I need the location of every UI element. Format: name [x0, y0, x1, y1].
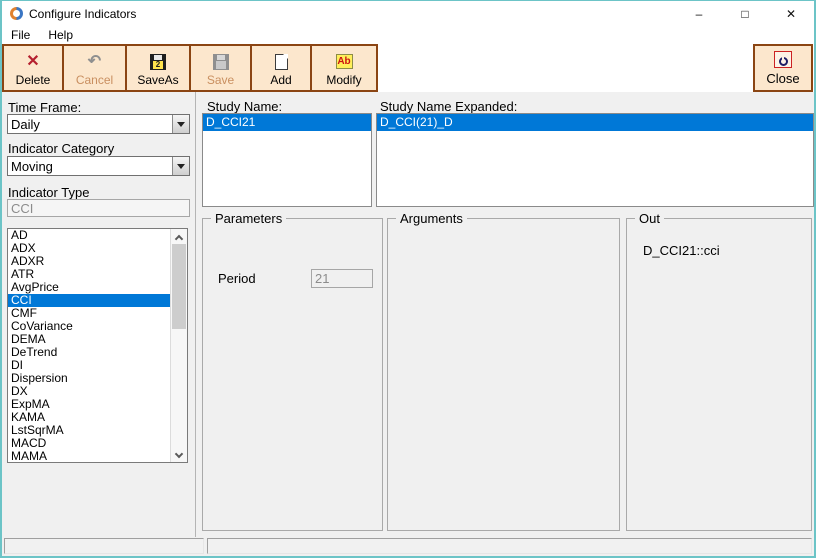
study-name-expanded-row[interactable]: D_CCI(21)_D	[377, 114, 813, 131]
indicator-type-label: Indicator Type	[8, 185, 89, 200]
parameters-groupbox: Parameters Period	[202, 218, 383, 531]
out-title: Out	[635, 211, 664, 226]
save-button[interactable]: Save	[191, 46, 252, 90]
indicator-category-value: Moving	[8, 159, 172, 174]
window-title: Configure Indicators	[29, 7, 136, 21]
toolbar: ✕ Delete ↶ Cancel 2 SaveAs	[2, 44, 814, 92]
modify-ab-icon: Ab	[336, 54, 353, 69]
close-button-label: Close	[766, 71, 799, 86]
saveas-button-label: SaveAs	[137, 74, 178, 86]
right-area: Study Name: Study Name Expanded: D_CCI21…	[197, 92, 814, 537]
delete-icon: ✕	[26, 54, 39, 70]
study-name-expanded-label: Study Name Expanded:	[380, 99, 517, 114]
indicator-category-combobox[interactable]: Moving	[7, 156, 190, 176]
add-button-label: Add	[270, 74, 291, 86]
indicator-category-label: Indicator Category	[8, 141, 114, 156]
status-panel-left	[4, 538, 204, 554]
arguments-title: Arguments	[396, 211, 467, 226]
delete-button-label: Delete	[16, 74, 51, 86]
titlebar: Configure Indicators – □ ✕	[2, 1, 814, 26]
saveas-disk-icon: 2	[150, 54, 166, 70]
study-name-row[interactable]: D_CCI21	[203, 114, 371, 131]
client-area: Time Frame: Daily Indicator Category Mov…	[2, 92, 814, 537]
statusbar	[2, 537, 814, 556]
period-field[interactable]	[311, 269, 373, 288]
window-controls: – □ ✕	[676, 1, 814, 26]
time-frame-value: Daily	[8, 117, 172, 132]
minimize-button[interactable]: –	[676, 1, 722, 26]
modify-button[interactable]: Ab Modify	[312, 46, 376, 90]
arguments-groupbox: Arguments	[387, 218, 620, 531]
chevron-up-icon	[175, 234, 183, 242]
scroll-up-button[interactable]	[171, 229, 187, 244]
new-page-icon	[275, 54, 288, 70]
left-panel: Time Frame: Daily Indicator Category Mov…	[2, 92, 196, 537]
indicator-list-items: ADADXADXRATRAvgPriceCCICMFCoVarianceDEMA…	[8, 229, 170, 462]
study-name-list: D_CCI21	[202, 113, 372, 207]
configure-indicators-window: Configure Indicators – □ ✕ File Help ✕ D…	[0, 0, 816, 558]
parameters-title: Parameters	[211, 211, 286, 226]
cancel-button-label: Cancel	[76, 74, 113, 86]
close-button[interactable]: Close	[753, 44, 813, 92]
study-name-expanded-list: D_CCI(21)_D	[376, 113, 814, 207]
save-button-label: Save	[207, 74, 234, 86]
close-window-button[interactable]: ✕	[768, 1, 814, 26]
indicator-category-dropdown-button[interactable]	[172, 157, 189, 175]
time-frame-combobox[interactable]: Daily	[7, 114, 190, 134]
cancel-button[interactable]: ↶ Cancel	[64, 46, 127, 90]
study-name-label: Study Name:	[207, 99, 282, 114]
indicator-list-item[interactable]: Dispersion	[8, 372, 170, 385]
save-disk-icon	[213, 54, 229, 70]
scroll-down-button[interactable]	[171, 447, 187, 462]
scrollbar-thumb[interactable]	[172, 244, 186, 329]
delete-button[interactable]: ✕ Delete	[4, 46, 64, 90]
time-frame-label: Time Frame:	[8, 100, 81, 115]
saveas-button[interactable]: 2 SaveAs	[127, 46, 191, 90]
status-panel-right	[207, 538, 812, 554]
indicator-list-scrollbar[interactable]	[170, 229, 187, 462]
indicator-list-item[interactable]: DeTrend	[8, 346, 170, 359]
chevron-down-icon	[177, 164, 185, 169]
indicator-type-field[interactable]	[7, 199, 190, 217]
menu-file[interactable]: File	[11, 28, 30, 42]
indicator-list-item[interactable]: MAMA	[8, 450, 170, 462]
period-label: Period	[218, 271, 256, 286]
undo-icon: ↶	[88, 54, 101, 70]
out-groupbox: Out D_CCI21::cci	[626, 218, 812, 531]
menubar: File Help	[2, 26, 814, 44]
chevron-down-icon	[175, 449, 183, 457]
modify-button-label: Modify	[326, 74, 361, 86]
scrollbar-track[interactable]	[171, 244, 187, 447]
time-frame-dropdown-button[interactable]	[172, 115, 189, 133]
indicator-listbox: ADADXADXRATRAvgPriceCCICMFCoVarianceDEMA…	[7, 228, 188, 463]
app-icon	[10, 7, 23, 20]
out-value: D_CCI21::cci	[643, 243, 720, 258]
add-button[interactable]: Add	[252, 46, 312, 90]
indicator-list-item[interactable]: AvgPrice	[8, 281, 170, 294]
power-icon	[774, 51, 792, 68]
menu-help[interactable]: Help	[48, 28, 73, 42]
maximize-button[interactable]: □	[722, 1, 768, 26]
chevron-down-icon	[177, 122, 185, 127]
toolbar-button-group: ✕ Delete ↶ Cancel 2 SaveAs	[2, 44, 378, 92]
